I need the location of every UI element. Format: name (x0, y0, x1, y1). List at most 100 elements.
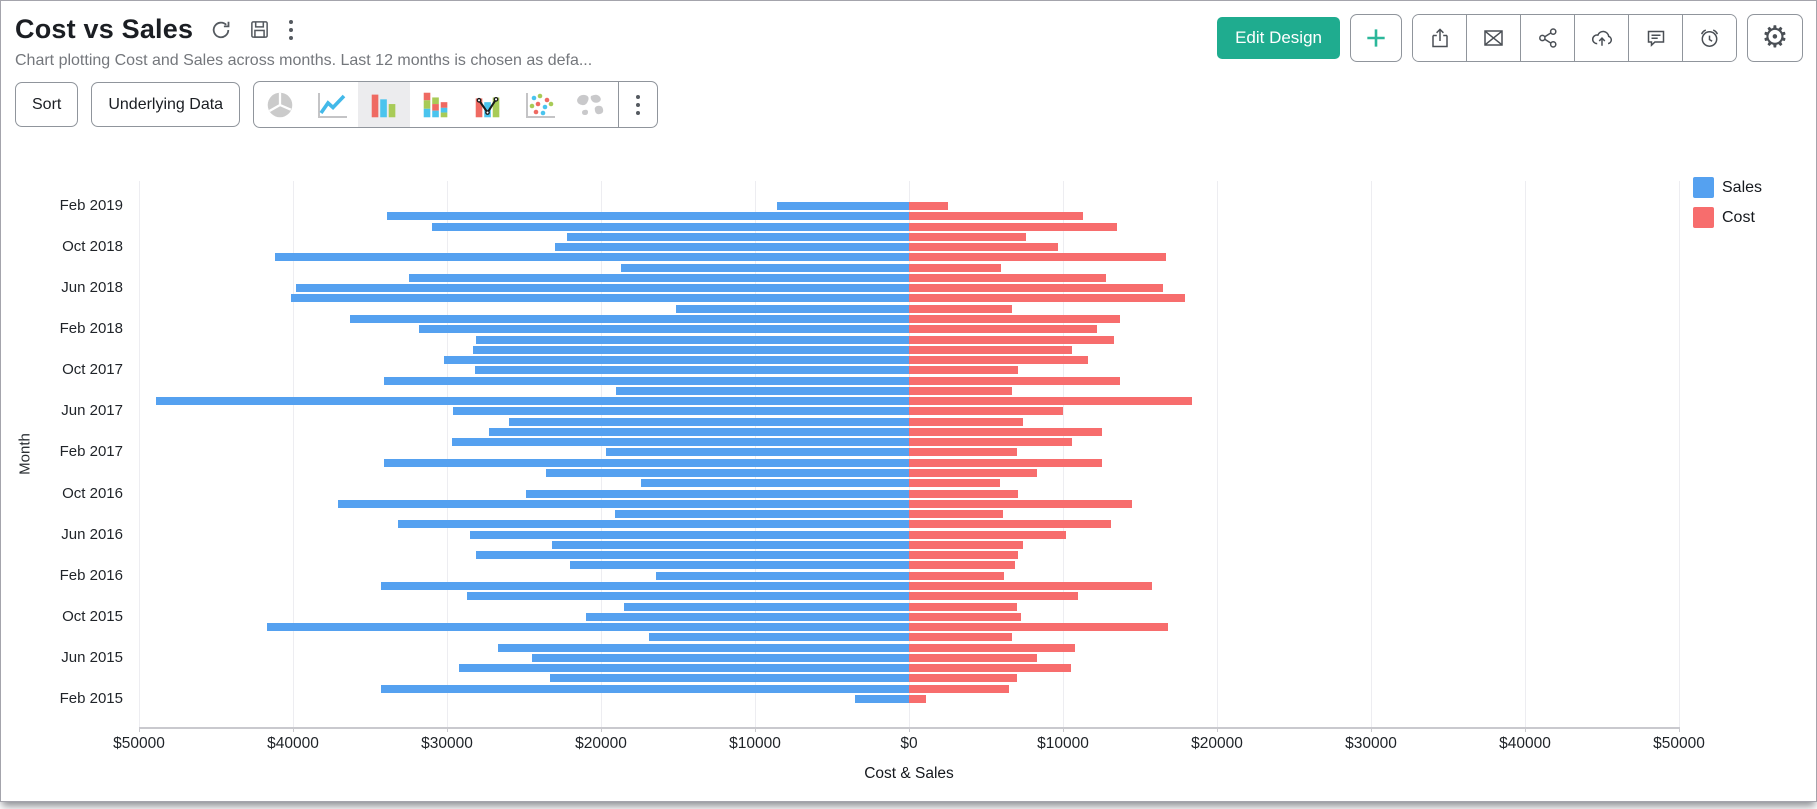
reminder-button[interactable] (1683, 15, 1736, 61)
sales-bar[interactable] (384, 459, 909, 467)
sales-bar[interactable] (452, 438, 909, 446)
cost-bar[interactable] (909, 500, 1132, 508)
cost-bar[interactable] (909, 346, 1072, 354)
cost-bar[interactable] (909, 674, 1017, 682)
cost-bar[interactable] (909, 623, 1168, 631)
cost-bar[interactable] (909, 541, 1023, 549)
sales-bar[interactable] (616, 387, 909, 395)
email-button[interactable] (1467, 15, 1521, 61)
cost-bar[interactable] (909, 212, 1083, 220)
cost-bar[interactable] (909, 695, 926, 703)
sales-bar[interactable] (459, 664, 909, 672)
cost-bar[interactable] (909, 633, 1012, 641)
chart-type-bar[interactable] (358, 82, 410, 127)
sales-bar[interactable] (398, 520, 909, 528)
sales-bar[interactable] (550, 674, 909, 682)
cost-bar[interactable] (909, 305, 1012, 313)
cost-bar[interactable] (909, 202, 948, 210)
sales-bar[interactable] (470, 531, 909, 539)
cost-bar[interactable] (909, 284, 1163, 292)
cost-bar[interactable] (909, 438, 1072, 446)
export-button[interactable] (1413, 15, 1467, 61)
sales-bar[interactable] (586, 613, 909, 621)
sort-button[interactable]: Sort (15, 82, 78, 127)
sales-bar[interactable] (526, 490, 909, 498)
cost-bar[interactable] (909, 356, 1088, 364)
sales-bar[interactable] (624, 603, 909, 611)
sales-bar[interactable] (156, 397, 909, 405)
sales-bar[interactable] (338, 500, 909, 508)
cost-bar[interactable] (909, 223, 1117, 231)
cost-bar[interactable] (909, 490, 1018, 498)
settings-button[interactable]: ⚙ (1747, 14, 1803, 62)
add-button[interactable] (1350, 14, 1402, 62)
cost-bar[interactable] (909, 582, 1152, 590)
sales-bar[interactable] (615, 510, 909, 518)
sales-bar[interactable] (476, 551, 909, 559)
sales-bar[interactable] (267, 623, 909, 631)
save-icon[interactable] (249, 19, 270, 40)
sales-bar[interactable] (546, 469, 909, 477)
sales-bar[interactable] (567, 233, 909, 241)
edit-design-button[interactable]: Edit Design (1217, 17, 1340, 59)
cost-bar[interactable] (909, 654, 1037, 662)
cost-bar[interactable] (909, 520, 1111, 528)
cost-bar[interactable] (909, 428, 1102, 436)
sales-bar[interactable] (555, 243, 909, 251)
sales-bar[interactable] (656, 572, 909, 580)
sales-bar[interactable] (606, 448, 909, 456)
chart-type-more-button[interactable] (619, 82, 657, 127)
cloud-upload-button[interactable] (1575, 15, 1629, 61)
cost-bar[interactable] (909, 572, 1004, 580)
cost-bar[interactable] (909, 469, 1037, 477)
cost-bar[interactable] (909, 664, 1071, 672)
sales-bar[interactable] (409, 274, 910, 282)
sales-bar[interactable] (467, 592, 909, 600)
cost-bar[interactable] (909, 448, 1017, 456)
sales-bar[interactable] (476, 336, 909, 344)
sales-bar[interactable] (489, 428, 909, 436)
sales-bar[interactable] (419, 325, 909, 333)
sales-bar[interactable] (296, 284, 909, 292)
sales-bar[interactable] (384, 377, 909, 385)
cost-bar[interactable] (909, 407, 1063, 415)
refresh-icon[interactable] (210, 19, 232, 41)
sales-bar[interactable] (649, 633, 909, 641)
cost-bar[interactable] (909, 264, 1001, 272)
sales-bar[interactable] (509, 418, 909, 426)
sales-bar[interactable] (473, 346, 909, 354)
cost-bar[interactable] (909, 397, 1192, 405)
sales-bar[interactable] (381, 685, 909, 693)
cost-bar[interactable] (909, 613, 1021, 621)
sales-bar[interactable] (532, 654, 909, 662)
cost-bar[interactable] (909, 644, 1075, 652)
sales-bar[interactable] (777, 202, 909, 210)
cost-bar[interactable] (909, 233, 1026, 241)
chart-type-scatter[interactable] (514, 82, 566, 127)
cost-bar[interactable] (909, 685, 1009, 693)
legend-item-sales[interactable]: Sales (1693, 177, 1762, 198)
sales-bar[interactable] (350, 315, 909, 323)
cost-bar[interactable] (909, 603, 1017, 611)
sales-bar[interactable] (498, 644, 909, 652)
sales-bar[interactable] (381, 582, 909, 590)
cost-bar[interactable] (909, 551, 1018, 559)
share-button[interactable] (1521, 15, 1575, 61)
more-icon[interactable] (287, 18, 295, 42)
sales-bar[interactable] (552, 541, 909, 549)
cost-bar[interactable] (909, 377, 1120, 385)
sales-bar[interactable] (621, 264, 909, 272)
legend-item-cost[interactable]: Cost (1693, 207, 1762, 228)
sales-bar[interactable] (475, 366, 909, 374)
cost-bar[interactable] (909, 274, 1106, 282)
cost-bar[interactable] (909, 418, 1023, 426)
underlying-data-button[interactable]: Underlying Data (91, 82, 240, 127)
comment-button[interactable] (1629, 15, 1683, 61)
sales-bar[interactable] (432, 223, 909, 231)
sales-bar[interactable] (570, 561, 909, 569)
sales-bar[interactable] (444, 356, 909, 364)
cost-bar[interactable] (909, 325, 1097, 333)
cost-bar[interactable] (909, 336, 1114, 344)
cost-bar[interactable] (909, 243, 1058, 251)
cost-bar[interactable] (909, 315, 1120, 323)
